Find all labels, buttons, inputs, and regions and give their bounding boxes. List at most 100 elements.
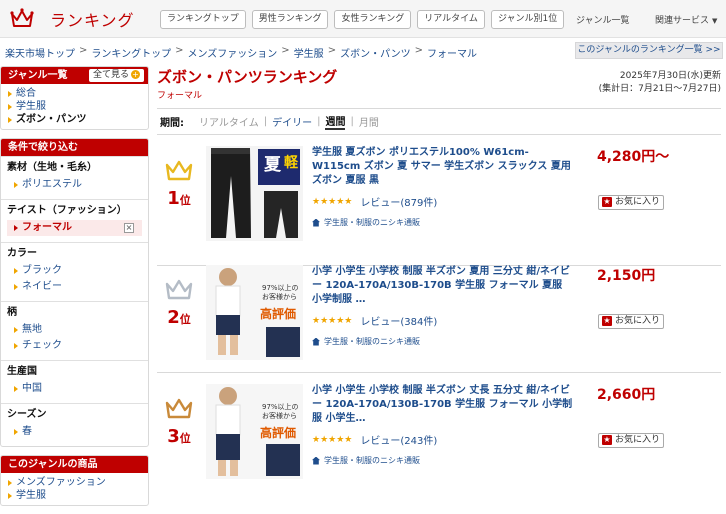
rank-number: 3位 <box>167 426 191 447</box>
favorite-label: お気に入り <box>615 435 661 445</box>
product-info: 小学 小学生 小学校 制服 半ズボン 丈長 五分丈 紺/ネイビー 120A-17… <box>312 384 574 466</box>
product-price: 2,660円 <box>597 387 656 403</box>
star-rating-icon: ★★★★★ <box>312 434 353 445</box>
filter-option-black[interactable]: ブラック <box>13 263 136 279</box>
top-bar: ランキング ランキングトップ 男性ランキング 女性ランキング リアルタイム ジャ… <box>0 0 726 38</box>
shop-link[interactable]: 学生服・制服のニシキ通販 <box>312 217 574 228</box>
filter-option-formal-label: フォーマル <box>22 222 72 233</box>
rank-number: 1位 <box>167 188 191 209</box>
shop-name: 学生服・制服のニシキ通販 <box>324 218 420 227</box>
show-all-button[interactable]: 全て見る + <box>88 69 144 82</box>
page-title: ズボン・パンツランキング <box>157 68 338 86</box>
chevron-down-icon: ▼ <box>712 17 718 25</box>
breadcrumb-rakuten-top[interactable]: 楽天市場トップ <box>5 45 75 60</box>
breadcrumb-mens-fashion[interactable]: メンズファッション <box>187 45 277 60</box>
filter-box: 条件で絞り込む 素材（生地・毛糸） ポリエステル テイスト（ファッション） フォ… <box>0 138 149 447</box>
shop-link[interactable]: 学生服・制服のニシキ通販 <box>312 336 574 347</box>
genre-product-school-uniform[interactable]: 学生服 <box>7 489 142 502</box>
period-label: 期間: <box>160 118 184 129</box>
star-rating-icon: ★★★★★ <box>312 315 353 326</box>
product-image[interactable]: 97%以上の お客様から 高評価 <box>206 384 303 479</box>
summer-badge: 夏 <box>264 155 281 175</box>
breadcrumb-formal[interactable]: フォーマル <box>427 45 477 60</box>
related-services-menu[interactable]: 関連サービス ▼ <box>655 13 717 26</box>
rating-badge-line2: お客様から <box>262 293 297 301</box>
breadcrumb-separator: > <box>327 45 337 56</box>
rating-badge-line2: お客様から <box>262 412 297 420</box>
tab-ranking-top[interactable]: ランキングトップ <box>160 10 246 29</box>
rank-badge: 2位 <box>163 277 195 328</box>
shop-name: 学生服・制服のニシキ通販 <box>324 456 420 465</box>
ranking-item: 1位 夏 軽 学生服 夏ズボン ポリエステル100% W61cm-W115cm … <box>157 146 721 256</box>
filter-option-navy[interactable]: ネイビー <box>13 279 136 295</box>
breadcrumb-school-uniform[interactable]: 学生服 <box>294 45 324 60</box>
favorite-label: お気に入り <box>615 316 661 326</box>
show-all-label: 全て見る <box>92 70 129 80</box>
tab-genre-first[interactable]: ジャンル別1位 <box>490 10 565 29</box>
product-title-link[interactable]: 小学 小学生 小学校 制服 半ズボン 夏用 三分丈 紺/ネイビー 120A-17… <box>312 265 574 307</box>
shop-link[interactable]: 学生服・制服のニシキ通販 <box>312 455 574 466</box>
review-link[interactable]: レビュー(384件) <box>360 313 437 328</box>
genre-item-school-uniform[interactable]: 学生服 <box>7 100 142 113</box>
tab-men-ranking[interactable]: 男性ランキング <box>251 10 329 29</box>
favorite-button[interactable]: ★ お気に入り <box>598 314 664 329</box>
filter-material: 素材（生地・毛糸） ポリエステル <box>1 156 148 199</box>
star-icon: ★ <box>602 316 612 326</box>
product-price: 4,280円〜 <box>597 149 670 165</box>
favorite-button[interactable]: ★ お気に入り <box>598 433 664 448</box>
review-link[interactable]: レビュー(243件) <box>360 432 437 447</box>
close-icon[interactable]: × <box>124 223 134 233</box>
genre-list-box: ジャンル一覧 全て見る + 総合 学生服 ズボン・パンツ <box>0 66 149 130</box>
shop-icon <box>312 456 320 465</box>
genre-item-pants[interactable]: ズボン・パンツ <box>7 113 142 126</box>
filter-pattern: 柄 無地 チェック <box>1 301 148 360</box>
rank-suffix: 位 <box>179 432 191 445</box>
product-image[interactable]: 夏 軽 <box>206 146 303 241</box>
rating: ★★★★★ レビュー(879件) <box>312 194 574 210</box>
product-price: 2,150円 <box>597 268 656 284</box>
period-daily[interactable]: デイリー <box>272 114 312 129</box>
rating: ★★★★★ レビュー(384件) <box>312 313 574 329</box>
breadcrumb-separator: > <box>281 45 290 56</box>
filter-option-china[interactable]: 中国 <box>13 381 136 397</box>
update-info: 2025年7月30日(水)更新 (集計日：7月21日〜7月27日) <box>599 70 721 96</box>
product-title-link[interactable]: 小学 小学生 小学校 制服 半ズボン 丈長 五分丈 紺/ネイビー 120A-17… <box>312 384 574 426</box>
crown-logo-icon[interactable] <box>10 6 34 30</box>
sidebar: ジャンル一覧 全て見る + 総合 学生服 ズボン・パンツ 条件で絞り込む 素材（生… <box>0 66 149 514</box>
filter-pattern-title: 柄 <box>7 307 17 318</box>
gold-crown-icon <box>165 160 193 181</box>
genre-product-mens-fashion[interactable]: メンズファッション <box>7 476 142 489</box>
tab-women-ranking[interactable]: 女性ランキング <box>334 10 412 29</box>
filter-option-formal-selected[interactable]: フォーマル × <box>7 220 142 236</box>
favorite-button[interactable]: ★ お気に入り <box>598 195 664 210</box>
star-rating-icon: ★★★★★ <box>312 196 353 207</box>
filter-option-spring[interactable]: 春 <box>13 424 136 440</box>
breadcrumb-pants[interactable]: ズボン・パンツ <box>340 45 411 60</box>
shop-icon <box>312 337 320 346</box>
top-tabs: ランキングトップ 男性ランキング 女性ランキング リアルタイム ジャンル別1位 <box>160 10 565 29</box>
product-info: 小学 小学生 小学校 制服 半ズボン 夏用 三分丈 紺/ネイビー 120A-17… <box>312 265 574 347</box>
summer-badge-sub: 軽 <box>284 155 298 171</box>
ranking-logo-text[interactable]: ランキング <box>50 7 135 31</box>
rank-value: 3 <box>167 426 180 447</box>
rank-suffix: 位 <box>179 313 191 326</box>
genre-ranking-list-button[interactable]: このジャンルのランキング一覧 >> <box>575 42 723 59</box>
tab-realtime[interactable]: リアルタイム <box>417 10 485 29</box>
shop-name: 学生服・制服のニシキ通販 <box>324 337 420 346</box>
filter-option-check[interactable]: チェック <box>13 338 136 354</box>
related-services-label: 関連サービス <box>655 16 710 26</box>
filter-option-plain[interactable]: 無地 <box>13 322 136 338</box>
ranking-item: 2位 97%以上の お客様から 高評価 小学 小学生 小学校 制服 半ズボン 夏… <box>157 265 721 375</box>
item-divider <box>157 372 721 373</box>
review-link[interactable]: レビュー(879件) <box>360 194 437 209</box>
period-range: (集計日：7月21日〜7月27日) <box>598 84 721 94</box>
filter-season-title: シーズン <box>7 409 47 420</box>
genre-item-overall[interactable]: 総合 <box>7 87 142 100</box>
genre-list-header: ジャンル一覧 全て見る + <box>1 67 148 84</box>
rating: ★★★★★ レビュー(243件) <box>312 432 574 448</box>
filter-option-polyester[interactable]: ポリエステル <box>13 177 136 193</box>
breadcrumb-ranking-top[interactable]: ランキングトップ <box>91 45 171 60</box>
product-image[interactable]: 97%以上の お客様から 高評価 <box>206 265 303 360</box>
genre-list-menu[interactable]: ジャンル一覧 <box>576 13 630 26</box>
product-title-link[interactable]: 学生服 夏ズボン ポリエステル100% W61cm-W115cm ズボン 夏 サ… <box>312 146 574 188</box>
